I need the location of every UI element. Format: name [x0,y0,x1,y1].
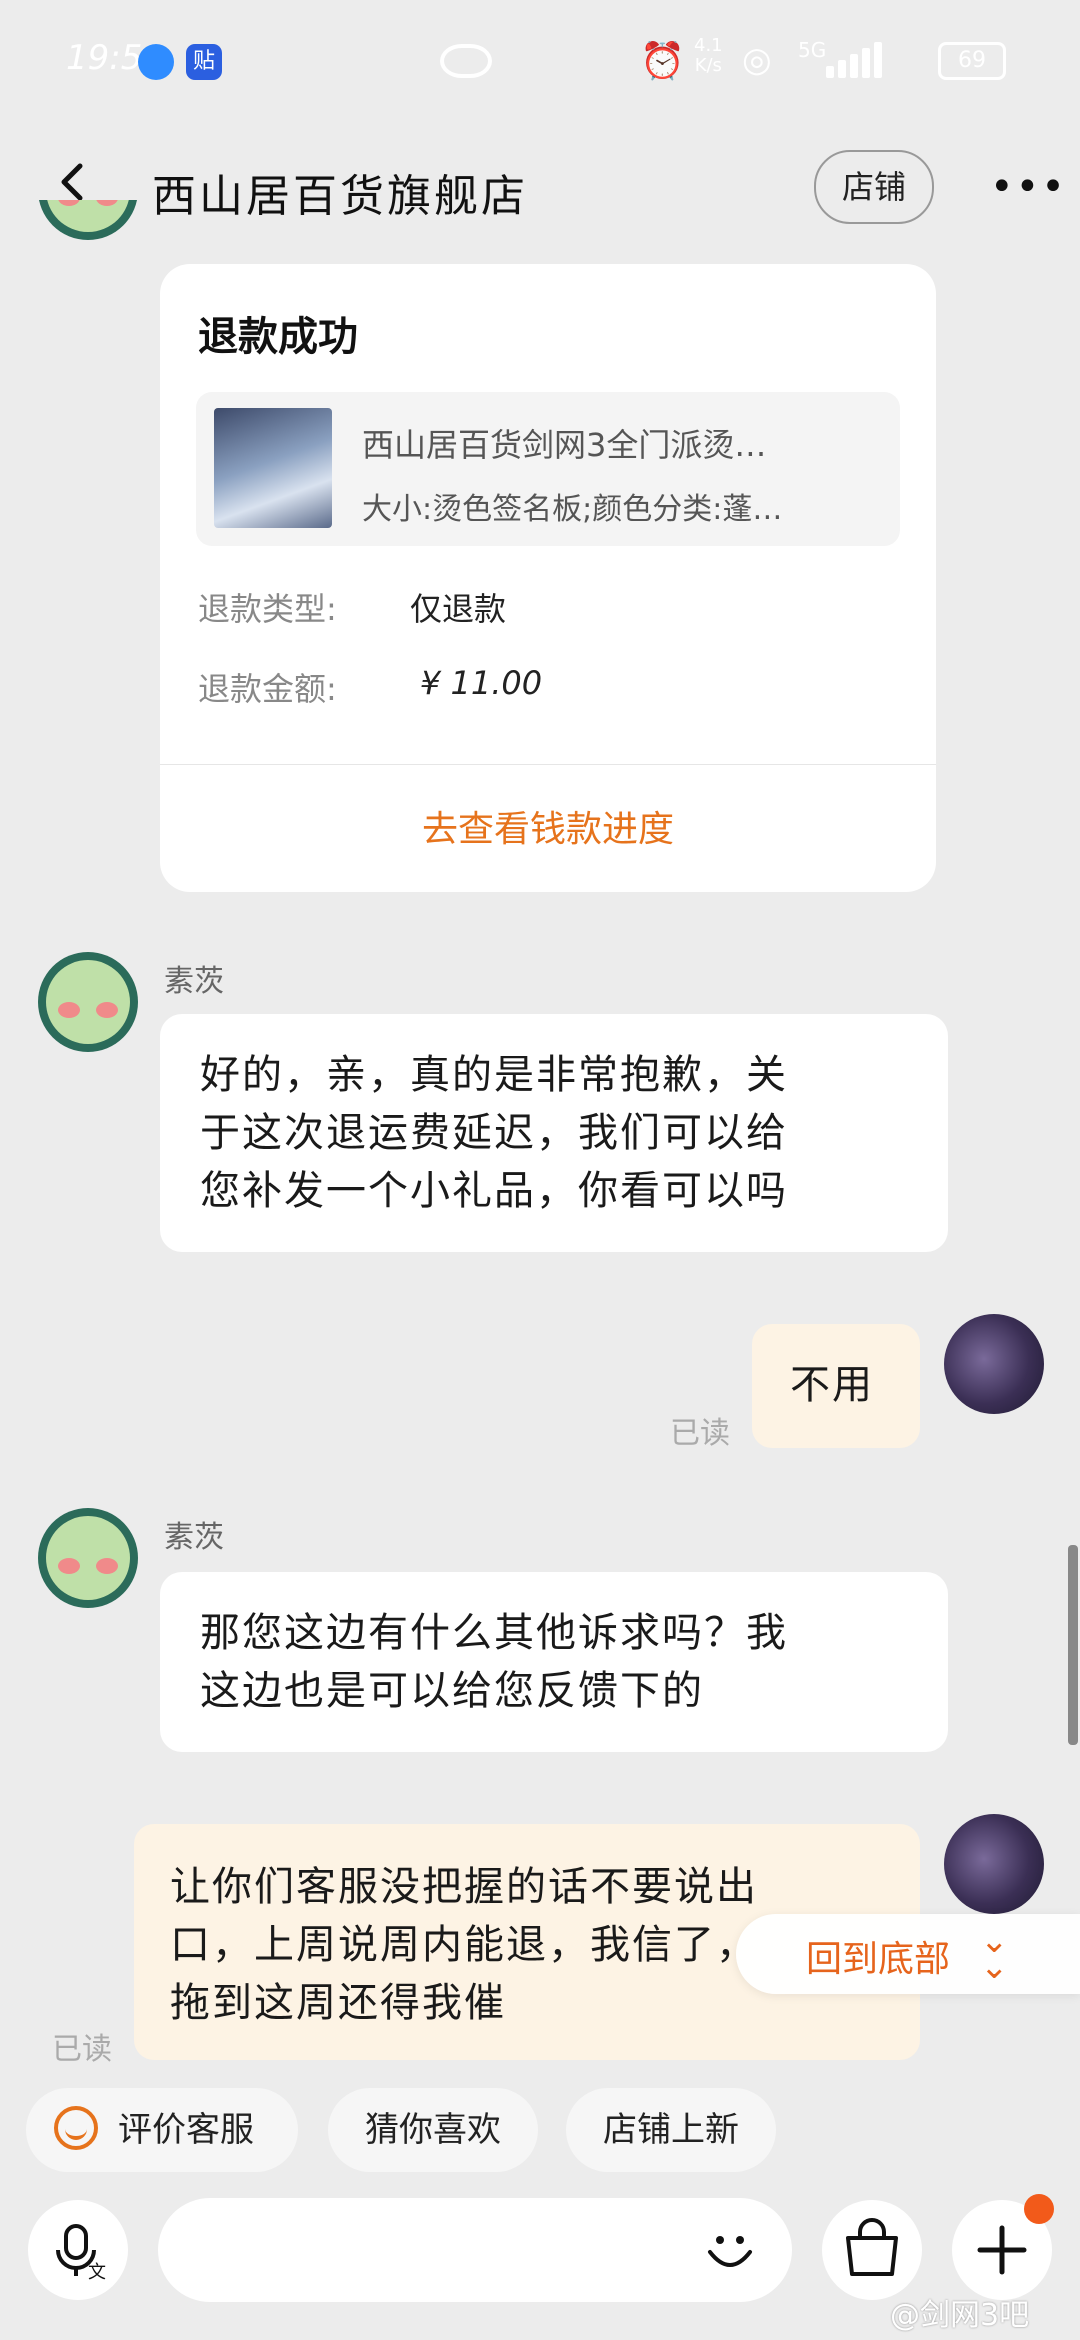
double-chevron-down-icon: ⌄ ⌄ [980,1921,1009,1987]
message-text: 不用 [790,1362,874,1408]
evaluate-service-chip[interactable]: 评价客服 [26,2088,298,2172]
microphone-icon: 文 [56,2224,106,2283]
eye-protection-icon [440,44,492,78]
evaluate-service-label: 评价客服 [118,2110,254,2150]
shopping-bag-icon [846,2218,898,2276]
refund-amount-value: ¥ 11.00 [420,664,543,702]
message-text: 让你们客服没把握的话不要说出 口，上周说周内能退，我信了， 拖到这周还得我催 [170,1858,758,2032]
svg-text:文: 文 [88,2262,106,2283]
agent-name: 素茨 [164,1520,224,1555]
more-icon[interactable]: ••• [990,164,1067,210]
alarm-icon: ⏰ [640,41,685,82]
product-name: 西山居百货剑网3全门派烫… [362,426,767,464]
smile-icon [54,2106,98,2150]
battery-icon: 69 [938,42,1006,80]
status-bar: 19:51 贴 ⏰ 4.1 K/s ◎ 5G 69 [0,0,1080,120]
tieba-app-icon: 贴 [186,44,222,80]
agent-name: 素茨 [164,964,224,999]
notification-dot [1024,2194,1054,2224]
message-input[interactable] [158,2198,792,2302]
shop-button[interactable]: 店铺 [814,150,934,224]
network-speed-unit: K/s [694,55,722,76]
message-text: 好的，亲，真的是非常抱歉，关 于这次退运费延迟，我们可以给 您补发一个小礼品，你… [200,1046,788,1220]
card-divider [160,764,936,765]
message-line: 那您这边有什么其他诉求吗？我 [200,1610,788,1656]
user-avatar[interactable] [944,1314,1044,1414]
watermark: @剑网3吧 [890,2298,1030,2333]
view-refund-progress-link[interactable]: 去查看钱款进度 [160,800,936,852]
message-line: 于这次退运费延迟，我们可以给 [200,1110,788,1156]
message-line: 让你们客服没把握的话不要说出 [170,1864,758,1910]
network-type: 5G [798,38,827,62]
refund-card-title: 退款成功 [198,314,358,360]
refund-amount-label: 退款金额: [198,670,337,708]
emoji-icon[interactable] [700,2220,760,2280]
message-line: 您补发一个小礼品，你看可以吗 [200,1168,788,1214]
more-actions-button[interactable] [952,2194,1054,2300]
guess-you-like-chip[interactable]: 猜你喜欢 [328,2088,538,2172]
network-speed: 4.1 K/s [694,36,723,76]
message-line: 口，上周说周内能退，我信了， [170,1922,758,1968]
voice-input-button[interactable]: 文 [28,2200,128,2300]
product-spec: 大小:烫色签名板;颜色分类:蓬… [362,492,783,527]
message-text: 那您这边有什么其他诉求吗？我 这边也是可以给您反馈下的 [200,1604,788,1720]
refund-type-label: 退款类型: [198,590,337,628]
network-speed-value: 4.1 [694,35,723,56]
page-title: 西山居百货旗舰店 [152,171,528,222]
user-avatar[interactable] [944,1814,1044,1914]
read-receipt: 已读 [670,1416,730,1451]
browser-app-icon [138,44,174,80]
shopping-bag-button[interactable] [822,2200,922,2300]
shop-new-arrivals-chip[interactable]: 店铺上新 [566,2088,776,2172]
scrollbar[interactable] [1068,1545,1078,1745]
back-to-bottom-label: 回到底部 [806,1939,951,1980]
refund-type-value: 仅退款 [410,590,507,628]
agent-avatar[interactable] [38,952,138,1052]
back-to-bottom-button[interactable]: 回到底部 ⌄ ⌄ [736,1914,1080,1994]
signal-icon [826,42,886,78]
agent-avatar[interactable] [38,1508,138,1608]
back-arrow-icon[interactable] [52,160,96,204]
message-line: 好的，亲，真的是非常抱歉，关 [200,1052,788,1098]
hotspot-icon: ◎ [742,40,772,80]
message-line: 这边也是可以给您反馈下的 [200,1668,704,1714]
message-line: 拖到这周还得我催 [170,1980,506,2026]
product-thumbnail [214,408,332,528]
read-receipt: 已读 [52,2032,112,2067]
